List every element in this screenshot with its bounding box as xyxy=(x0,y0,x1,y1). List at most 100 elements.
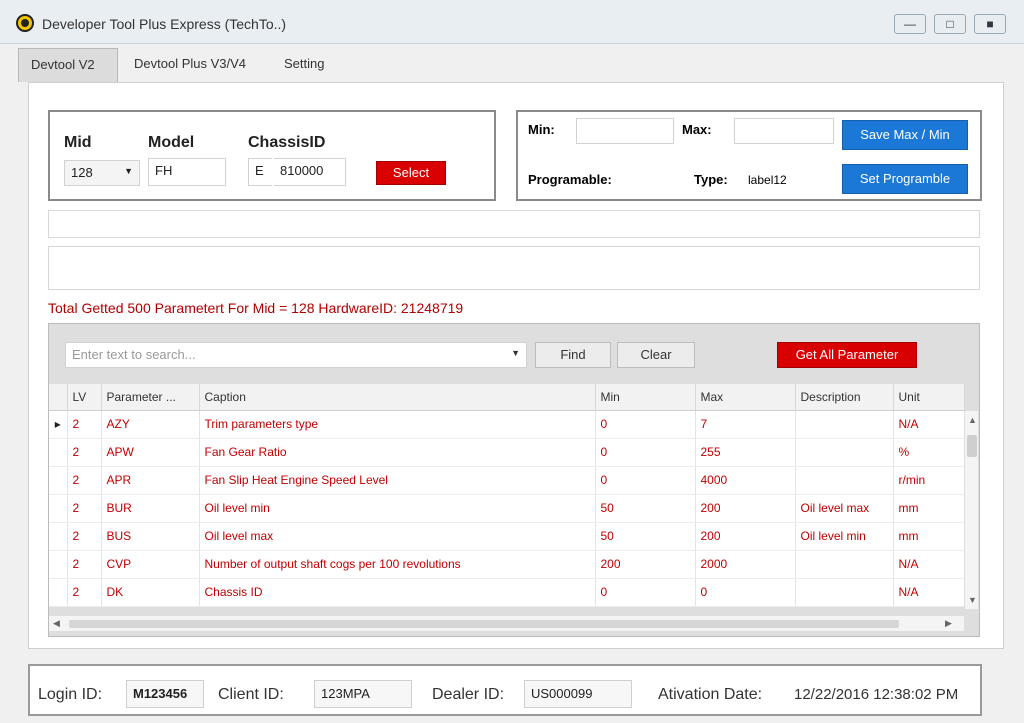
cell-unit[interactable]: r/min xyxy=(893,466,965,495)
cell-caption[interactable]: Chassis ID xyxy=(199,578,596,607)
column-header-unit[interactable]: Unit xyxy=(893,384,965,411)
cell-parameter[interactable]: CVP xyxy=(101,550,200,579)
cell-unit[interactable]: N/A xyxy=(893,550,965,579)
cell-lv[interactable]: 2 xyxy=(67,494,102,523)
parameter-limits-panel: Min: Max: Save Max / Min Programable: Ty… xyxy=(516,110,982,201)
cell-caption[interactable]: Number of output shaft cogs per 100 revo… xyxy=(199,550,596,579)
cell-min[interactable]: 0 xyxy=(595,578,696,607)
column-header-min[interactable]: Min xyxy=(595,384,696,411)
cell-description[interactable]: Oil level max xyxy=(795,494,894,523)
cell-min[interactable]: 0 xyxy=(595,438,696,467)
cell-unit[interactable]: N/A xyxy=(893,410,965,439)
cell-description[interactable]: Oil level min xyxy=(795,522,894,551)
cell-lv[interactable]: 2 xyxy=(67,550,102,579)
cell-caption[interactable]: Trim parameters type xyxy=(199,410,596,439)
tab-setting[interactable]: Setting xyxy=(272,48,336,82)
cell-max[interactable]: 200 xyxy=(695,494,796,523)
cell-lv[interactable]: 2 xyxy=(67,522,102,551)
clear-button[interactable]: Clear xyxy=(617,342,695,368)
cell-lv[interactable]: 2 xyxy=(67,410,102,439)
cell-unit[interactable]: mm xyxy=(893,494,965,523)
chevron-down-icon: ▼ xyxy=(511,348,520,358)
chassis-id-input[interactable]: 810000 xyxy=(274,158,346,186)
cell-max[interactable]: 200 xyxy=(695,522,796,551)
set-programable-button[interactable]: Set Programble xyxy=(842,164,968,194)
column-header-lv[interactable]: LV xyxy=(67,384,102,411)
max-label: Max: xyxy=(682,122,712,137)
scroll-down-icon[interactable]: ▼ xyxy=(968,595,977,605)
cell-parameter[interactable]: AZY xyxy=(101,410,200,439)
select-button[interactable]: Select xyxy=(376,161,446,185)
search-input[interactable]: Enter text to search... ▼ xyxy=(65,342,527,368)
cell-unit[interactable]: % xyxy=(893,438,965,467)
tab-devtool-plus[interactable]: Devtool Plus V3/V4 xyxy=(122,48,258,82)
cell-parameter[interactable]: DK xyxy=(101,578,200,607)
cell-lv[interactable]: 2 xyxy=(67,438,102,467)
cell-max[interactable]: 4000 xyxy=(695,466,796,495)
close-icon: ■ xyxy=(986,17,994,31)
cell-caption[interactable]: Fan Gear Ratio xyxy=(199,438,596,467)
cell-min[interactable]: 0 xyxy=(595,410,696,439)
tab-devtool-v2[interactable]: Devtool V2 xyxy=(18,48,118,82)
get-all-parameter-button[interactable]: Get All Parameter xyxy=(777,342,917,368)
cell-unit[interactable]: N/A xyxy=(893,578,965,607)
column-header-description[interactable]: Description xyxy=(795,384,894,411)
table-row[interactable]: 2 APR Fan Slip Heat Engine Speed Level 0… xyxy=(49,466,965,495)
cell-description[interactable] xyxy=(795,550,894,579)
table-row[interactable]: 2 CVP Number of output shaft cogs per 10… xyxy=(49,550,965,579)
column-header-parameter[interactable]: Parameter ... xyxy=(101,384,200,411)
table-row[interactable]: 2 DK Chassis ID 0 0 N/A xyxy=(49,578,965,607)
info-strip-2 xyxy=(48,246,980,290)
mid-select[interactable]: 128 ▼ xyxy=(64,160,140,186)
cell-parameter[interactable]: APR xyxy=(101,466,200,495)
cell-parameter[interactable]: BUS xyxy=(101,522,200,551)
table-row[interactable]: 2 BUR Oil level min 50 200 Oil level max… xyxy=(49,494,965,523)
cell-caption[interactable]: Oil level max xyxy=(199,522,596,551)
dealer-id-value: US000099 xyxy=(524,680,632,708)
column-header-max[interactable]: Max xyxy=(695,384,796,411)
cell-description[interactable] xyxy=(795,410,894,439)
minimize-button[interactable]: — xyxy=(894,14,926,34)
max-input[interactable] xyxy=(734,118,834,144)
find-button[interactable]: Find xyxy=(535,342,611,368)
vertical-scrollbar[interactable]: ▲ ▼ xyxy=(964,411,978,609)
cell-caption[interactable]: Oil level min xyxy=(199,494,596,523)
cell-unit[interactable]: mm xyxy=(893,522,965,551)
cell-caption[interactable]: Fan Slip Heat Engine Speed Level xyxy=(199,466,596,495)
save-max-min-button[interactable]: Save Max / Min xyxy=(842,120,968,150)
table-header-row: LV Parameter ... Caption Min Max Descrip… xyxy=(49,384,965,411)
cell-max[interactable]: 0 xyxy=(695,578,796,607)
cell-description[interactable] xyxy=(795,578,894,607)
min-input[interactable] xyxy=(576,118,674,144)
cell-lv[interactable]: 2 xyxy=(67,466,102,495)
dealer-id-label: Dealer ID: xyxy=(432,686,505,703)
model-input[interactable]: FH xyxy=(148,158,226,186)
table-row[interactable]: 2 BUS Oil level max 50 200 Oil level min… xyxy=(49,522,965,551)
table-row[interactable]: ▸ 2 AZY Trim parameters type 0 7 N/A xyxy=(49,410,965,439)
cell-parameter[interactable]: BUR xyxy=(101,494,200,523)
vertical-scroll-thumb[interactable] xyxy=(967,435,977,457)
row-indicator xyxy=(49,494,68,523)
minimize-icon: — xyxy=(904,17,916,31)
chassis-prefix-input[interactable]: E xyxy=(248,158,272,186)
cell-max[interactable]: 2000 xyxy=(695,550,796,579)
scroll-right-icon[interactable]: ▶ xyxy=(945,618,952,629)
cell-description[interactable] xyxy=(795,466,894,495)
cell-min[interactable]: 50 xyxy=(595,494,696,523)
cell-min[interactable]: 0 xyxy=(595,466,696,495)
horizontal-scroll-thumb[interactable] xyxy=(69,620,899,628)
scroll-up-icon[interactable]: ▲ xyxy=(968,415,977,425)
cell-max[interactable]: 255 xyxy=(695,438,796,467)
cell-lv[interactable]: 2 xyxy=(67,578,102,607)
cell-max[interactable]: 7 xyxy=(695,410,796,439)
cell-parameter[interactable]: APW xyxy=(101,438,200,467)
cell-min[interactable]: 50 xyxy=(595,522,696,551)
cell-min[interactable]: 200 xyxy=(595,550,696,579)
scroll-left-icon[interactable]: ◀ xyxy=(53,618,60,629)
horizontal-scrollbar[interactable]: ◀ ▶ xyxy=(49,615,964,631)
cell-description[interactable] xyxy=(795,438,894,467)
table-row[interactable]: 2 APW Fan Gear Ratio 0 255 % xyxy=(49,438,965,467)
column-header-caption[interactable]: Caption xyxy=(199,384,596,411)
maximize-button[interactable]: □ xyxy=(934,14,966,34)
close-button[interactable]: ■ xyxy=(974,14,1006,34)
